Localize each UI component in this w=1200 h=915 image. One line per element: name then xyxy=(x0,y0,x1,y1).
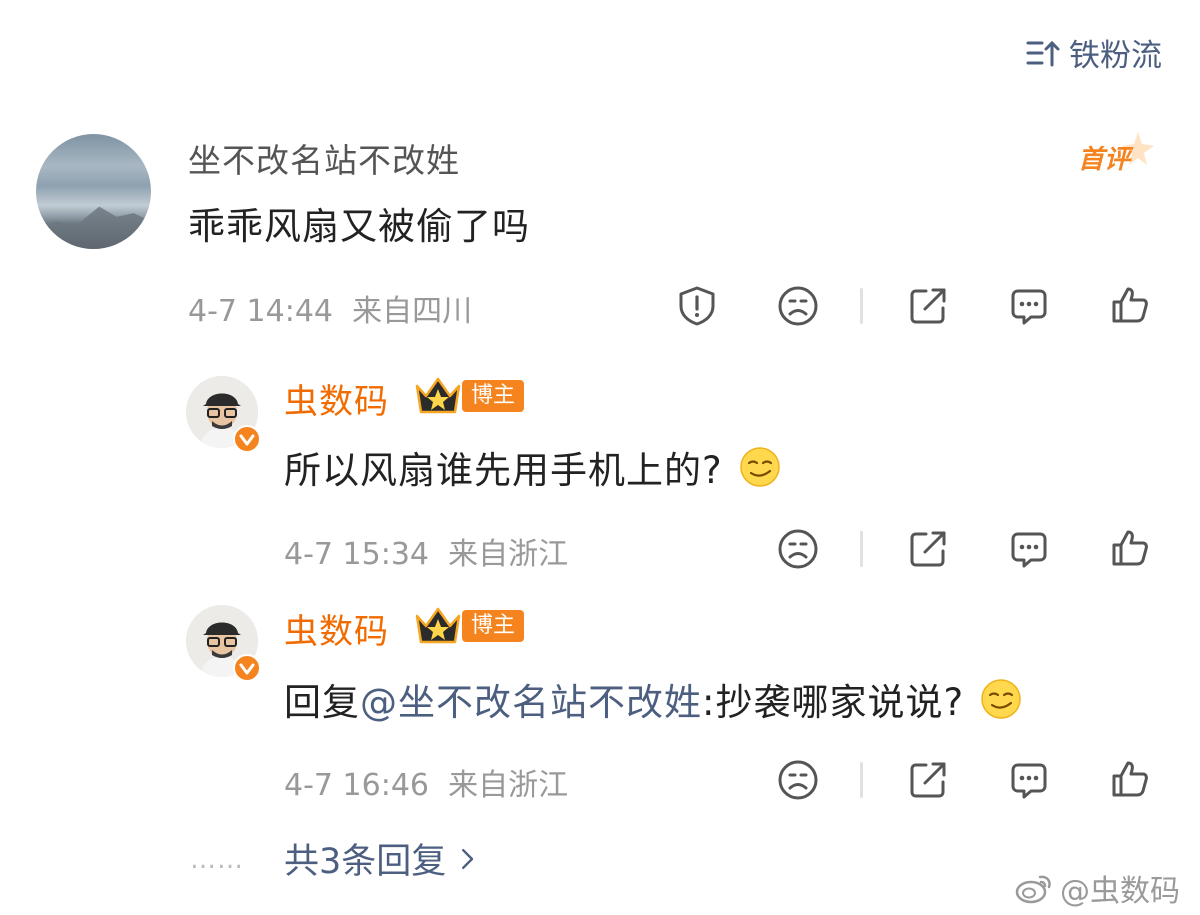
verified-badge xyxy=(233,654,261,682)
watermark-label: @虫数码 xyxy=(1060,874,1180,909)
weibo-logo-icon xyxy=(1015,875,1051,904)
reply-time: 4-7 15:34 xyxy=(284,537,429,572)
reply-meta: 4-7 15:34 来自浙江 xyxy=(284,529,568,573)
action-divider xyxy=(860,762,863,798)
mention-link[interactable]: @坐不改名站不改姓 xyxy=(360,681,702,724)
comment-icon[interactable] xyxy=(1007,527,1051,571)
reply-text: 所以风扇谁先用手机上的? xyxy=(284,449,723,492)
report-icon[interactable] xyxy=(675,284,719,328)
smirk-emoji xyxy=(739,447,780,487)
comment-icon[interactable] xyxy=(1007,284,1051,328)
reply-prefix: 回复 xyxy=(284,681,360,724)
comment-text: 乖乖风扇又被偷了吗 xyxy=(188,205,530,248)
share-icon[interactable] xyxy=(906,758,950,802)
like-icon[interactable] xyxy=(1108,526,1152,570)
dislike-face-icon[interactable] xyxy=(776,284,820,328)
first-comment-label: 首评 xyxy=(1078,145,1134,175)
sort-lines-icon xyxy=(1026,40,1060,66)
comment-location: 来自四川 xyxy=(352,294,473,329)
more-replies-link[interactable]: 共3条回复 xyxy=(284,833,476,884)
reply-content: 回复@坐不改名站不改姓:抄袭哪家说说? xyxy=(284,672,1022,726)
dislike-face-icon[interactable] xyxy=(776,758,820,802)
reply-location: 来自浙江 xyxy=(448,537,569,572)
verified-badge xyxy=(233,425,261,453)
reply-location: 来自浙江 xyxy=(448,768,569,803)
more-replies-label: 共3条回复 xyxy=(284,842,447,882)
reply-meta: 4-7 16:46 来自浙江 xyxy=(284,760,568,804)
share-icon[interactable] xyxy=(906,527,950,571)
action-divider xyxy=(860,531,863,567)
comment-time: 4-7 14:44 xyxy=(188,294,333,329)
reply-text: :抄袭哪家说说? xyxy=(702,681,965,724)
sort-label: 铁粉流 xyxy=(1069,38,1162,74)
crown-icon xyxy=(415,377,461,414)
comment-icon[interactable] xyxy=(1007,758,1051,802)
reply-username[interactable]: 虫数码 xyxy=(284,604,389,653)
host-tag: 博主 xyxy=(462,380,525,412)
crown-icon xyxy=(415,607,461,644)
like-icon[interactable] xyxy=(1108,283,1152,327)
share-icon[interactable] xyxy=(906,284,950,328)
host-tag: 博主 xyxy=(462,610,525,642)
comment-username[interactable]: 坐不改名站不改姓 xyxy=(188,134,460,182)
sort-toggle[interactable]: 铁粉流 xyxy=(1025,30,1162,75)
like-icon[interactable] xyxy=(1108,757,1152,801)
chevron-right-icon xyxy=(462,848,474,869)
smirk-emoji xyxy=(981,679,1021,719)
reply-username[interactable]: 虫数码 xyxy=(284,374,389,423)
dislike-face-icon[interactable] xyxy=(776,527,820,571)
author-badge: 博主 xyxy=(414,376,525,416)
avatar[interactable] xyxy=(36,134,151,249)
reply-content: 所以风扇谁先用手机上的? xyxy=(284,440,781,494)
action-divider xyxy=(860,288,863,324)
thread-dots: …… xyxy=(190,845,244,875)
comment-meta: 4-7 14:44 来自四川 xyxy=(188,286,472,330)
author-badge: 博主 xyxy=(414,606,525,646)
reply-time: 4-7 16:46 xyxy=(284,768,429,803)
first-comment-badge: 首评 xyxy=(1076,130,1156,180)
watermark: @虫数码 xyxy=(1014,866,1180,910)
